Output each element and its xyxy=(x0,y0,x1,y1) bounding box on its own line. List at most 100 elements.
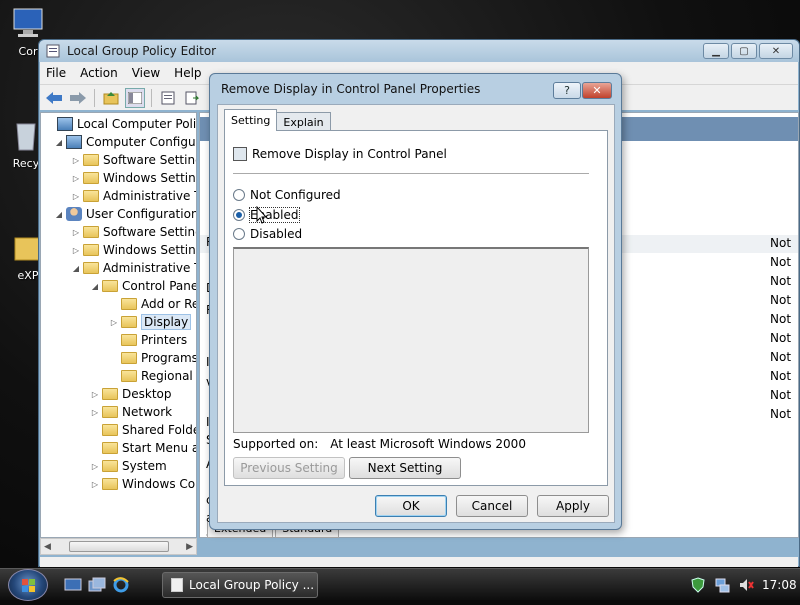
tree-item[interactable]: ▷ Network xyxy=(90,403,172,421)
expand-arrow-icon[interactable]: ▷ xyxy=(90,390,100,399)
previous-setting-button[interactable]: Previous Setting xyxy=(233,457,345,479)
security-shield-icon[interactable] xyxy=(690,577,706,593)
tree-item-label: System xyxy=(122,459,167,473)
tree-item[interactable]: Printers xyxy=(109,331,187,349)
tree-item[interactable]: ▷ Software Settings xyxy=(71,223,196,241)
tab-setting[interactable]: Setting xyxy=(224,109,278,131)
tree-item[interactable]: Shared Folder xyxy=(90,421,197,439)
cancel-button[interactable]: Cancel xyxy=(456,495,528,517)
minimize-button[interactable]: ▁ xyxy=(703,43,729,59)
radio-disabled[interactable]: Disabled xyxy=(233,227,302,241)
expand-arrow-icon[interactable]: ▷ xyxy=(71,174,81,183)
radio-button[interactable] xyxy=(233,209,245,221)
collapse-arrow-icon[interactable]: ◢ xyxy=(90,282,100,291)
policy-setting-icon xyxy=(233,147,247,161)
close-window-button[interactable]: ✕ xyxy=(759,43,793,59)
switch-windows-icon[interactable] xyxy=(88,577,106,593)
expand-arrow-icon[interactable]: ▷ xyxy=(90,462,100,471)
state-cell: Not xyxy=(770,274,792,288)
expand-arrow-icon[interactable]: ▷ xyxy=(71,156,81,165)
console-tree: Local Computer Policy ◢ Computer Configura… xyxy=(40,112,197,538)
tree-item[interactable]: Programs xyxy=(109,349,196,367)
tree-item[interactable]: ▷ Windows Setting xyxy=(71,169,196,187)
properties-button[interactable] xyxy=(158,88,178,108)
volume-muted-icon[interactable] xyxy=(738,577,754,593)
divider xyxy=(233,173,589,174)
clock[interactable]: 17:08 xyxy=(762,578,797,592)
show-desktop-icon[interactable] xyxy=(64,577,82,593)
tree-item-label: Network xyxy=(122,405,173,419)
radio-button[interactable] xyxy=(233,228,245,240)
properties-icon xyxy=(161,91,175,104)
scroll-right-icon[interactable]: ▶ xyxy=(186,542,193,552)
tree-item[interactable]: ▷ Administrative Te xyxy=(71,187,196,205)
tree-item[interactable]: ◢ Computer Configura xyxy=(54,133,196,151)
menu-action[interactable]: Action xyxy=(80,66,118,80)
tree-item[interactable]: Start Menu ar xyxy=(90,439,197,457)
console-tree-icon xyxy=(128,91,142,104)
expand-arrow-icon[interactable]: ▷ xyxy=(71,228,81,237)
expand-arrow-icon[interactable]: ▷ xyxy=(90,480,100,489)
maximize-button[interactable]: ▢ xyxy=(731,43,757,59)
ok-button[interactable]: OK xyxy=(375,495,447,517)
tree-item-label: Software Settings xyxy=(103,153,196,167)
expand-arrow-icon[interactable]: ▷ xyxy=(109,318,119,327)
tree-item[interactable]: ▷ Windows Setting xyxy=(71,241,196,259)
tree-item[interactable]: Add or Re xyxy=(109,295,197,313)
expand-arrow-icon[interactable]: ▷ xyxy=(71,246,81,255)
radio-not-configured[interactable]: Not Configured xyxy=(233,188,341,202)
folder-icon xyxy=(102,478,118,490)
menu-view[interactable]: View xyxy=(132,66,160,80)
supported-value: At least Microsoft Windows 2000 xyxy=(330,437,526,451)
tab-explain[interactable]: Explain xyxy=(276,112,331,131)
help-button[interactable]: ? xyxy=(553,82,581,99)
start-button[interactable] xyxy=(8,569,48,601)
collapse-arrow-icon[interactable]: ◢ xyxy=(71,264,81,273)
taskbar-button-label: Local Group Policy ... xyxy=(189,578,315,592)
tree-item-label: Start Menu ar xyxy=(122,441,197,455)
tree-item[interactable]: Local Computer Policy xyxy=(45,115,196,133)
expand-arrow-icon[interactable]: ▷ xyxy=(71,192,81,201)
tree-item[interactable]: ▷ Windows Cor xyxy=(90,475,196,493)
menu-help[interactable]: Help xyxy=(174,66,201,80)
scroll-thumb[interactable] xyxy=(68,541,169,552)
export-list-button[interactable] xyxy=(182,88,202,108)
forward-button[interactable] xyxy=(68,88,88,108)
tree-item[interactable]: ▷ System xyxy=(90,457,167,475)
up-one-level-button[interactable] xyxy=(101,88,121,108)
supported-on: Supported on: At least Microsoft Windows… xyxy=(233,437,526,451)
show-hide-tree-button[interactable] xyxy=(125,87,145,108)
tree-item[interactable]: ◢ Administrative Te xyxy=(71,259,196,277)
gpedit-icon xyxy=(46,44,60,58)
tree-item[interactable]: ◢ Control Panel xyxy=(90,277,196,295)
collapse-arrow-icon[interactable]: ◢ xyxy=(54,210,64,219)
tree-horizontal-scrollbar[interactable]: ◀ ▶ xyxy=(40,538,197,555)
next-setting-button[interactable]: Next Setting xyxy=(349,457,461,479)
user-icon xyxy=(66,207,82,221)
scroll-left-icon[interactable]: ◀ xyxy=(44,542,51,552)
collapse-arrow-icon[interactable]: ◢ xyxy=(54,138,64,147)
taskbar-button-group-policy[interactable]: Local Group Policy ... xyxy=(162,572,318,598)
tree-item-label: Add or Re xyxy=(141,297,197,311)
back-button[interactable] xyxy=(44,88,64,108)
tree-item-label: Shared Folder xyxy=(122,423,197,437)
radio-button[interactable] xyxy=(233,189,245,201)
internet-explorer-icon[interactable] xyxy=(112,577,130,593)
tree-item[interactable]: ◢ User Configuration xyxy=(54,205,196,223)
folder-icon xyxy=(102,280,118,292)
window-titlebar[interactable]: Local Group Policy Editor xyxy=(39,40,799,62)
policy-name: Remove Display in Control Panel xyxy=(252,147,447,161)
expand-arrow-icon[interactable]: ▷ xyxy=(90,408,100,417)
tree-item[interactable]: ▷ Display xyxy=(109,313,192,331)
state-cell: Not xyxy=(770,236,792,250)
tree-item[interactable]: ▷ Software Settings xyxy=(71,151,196,169)
apply-button[interactable]: Apply xyxy=(537,495,609,517)
network-icon[interactable] xyxy=(714,577,730,593)
close-dialog-button[interactable]: ✕ xyxy=(582,82,612,99)
toolbar-separator xyxy=(151,88,152,107)
tree-item[interactable]: Regional a xyxy=(109,367,196,385)
folder-icon xyxy=(102,424,118,436)
folder-icon xyxy=(83,154,99,166)
menu-file[interactable]: File xyxy=(46,66,66,80)
tree-item[interactable]: ▷ Desktop xyxy=(90,385,172,403)
